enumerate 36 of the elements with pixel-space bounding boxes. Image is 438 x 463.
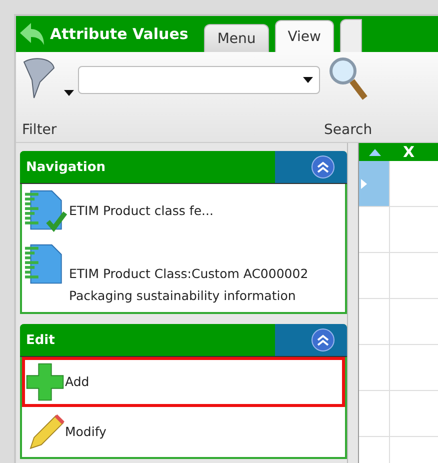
caret-icon[interactable] xyxy=(303,77,313,83)
row-header-cell[interactable] xyxy=(359,161,390,206)
filter-label[interactable]: Filter xyxy=(22,122,74,138)
window-title: Attribute Values xyxy=(50,25,188,43)
grid-row[interactable] xyxy=(359,253,438,299)
panel-item[interactable]: Add xyxy=(22,357,345,407)
search-label[interactable]: Search xyxy=(324,122,372,138)
collapse-icon[interactable] xyxy=(311,328,335,352)
panel-title: Edit xyxy=(25,332,56,348)
tab[interactable]: Menu xyxy=(204,24,269,52)
grid-row[interactable] xyxy=(359,299,438,345)
search-icon[interactable] xyxy=(328,56,368,102)
grid-row[interactable] xyxy=(359,345,438,391)
filter-icon[interactable] xyxy=(22,56,56,100)
caret-icon[interactable] xyxy=(64,90,74,96)
column-header[interactable]: X xyxy=(381,143,415,161)
panel-item[interactable]: Modify xyxy=(22,407,345,457)
panel-title: Navigation xyxy=(25,160,107,174)
panel-item[interactable]: ETIM Product class fe... xyxy=(22,184,345,238)
item-label[interactable]: Add xyxy=(65,371,90,393)
document-check-icon xyxy=(25,189,69,233)
plus-icon xyxy=(25,362,65,402)
grid-row[interactable] xyxy=(359,207,438,253)
sort-arrow-icon[interactable] xyxy=(369,148,381,156)
grid-row[interactable] xyxy=(359,161,438,207)
item-label[interactable]: ETIM Product class fe... xyxy=(69,200,214,222)
tab[interactable]: View xyxy=(274,20,334,52)
item-label[interactable]: Modify xyxy=(65,421,106,443)
row-pointer-icon xyxy=(361,178,367,188)
tab[interactable] xyxy=(340,19,362,52)
panel-item[interactable]: ETIM Product Class:Custom AC000002 Packaging sustainability information xyxy=(22,238,345,312)
back-arrow-icon[interactable] xyxy=(20,23,44,45)
grid-row[interactable] xyxy=(359,391,438,437)
search-combo-field[interactable] xyxy=(78,66,320,94)
collapse-icon[interactable] xyxy=(311,155,335,179)
item-label[interactable]: ETIM Product Class:Custom AC000002 Packaging sustainability information xyxy=(69,243,314,307)
